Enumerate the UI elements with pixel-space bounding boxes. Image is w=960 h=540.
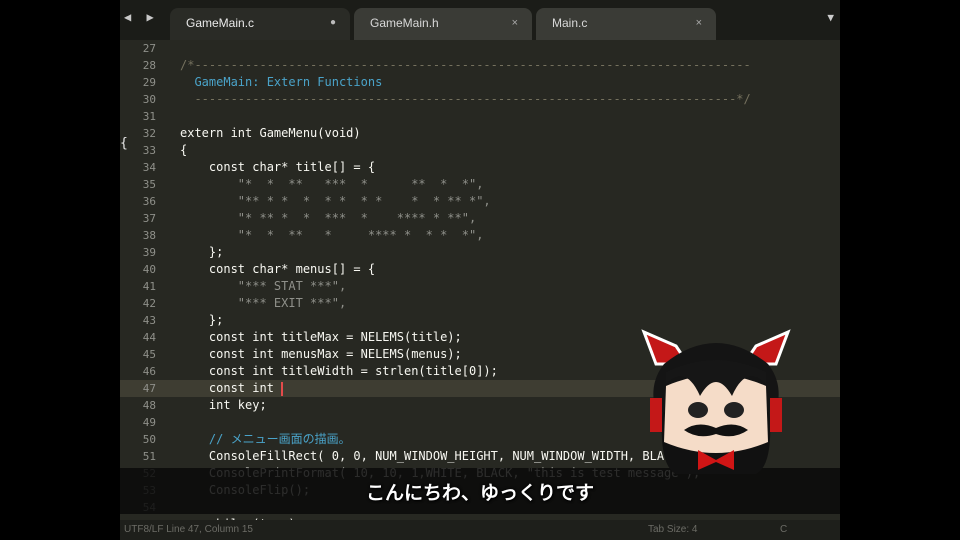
tab-label: GameMain.h: [370, 16, 439, 30]
line-number: 37: [142, 212, 156, 225]
status-syntax[interactable]: C: [780, 520, 787, 540]
code-text: extern int GameMenu(void): [180, 126, 361, 140]
code-line[interactable]: 39 };: [120, 244, 840, 261]
line-number: 40: [142, 263, 156, 276]
code-line[interactable]: 40 const char* menus[] = {: [120, 261, 840, 278]
line-number: 49: [142, 416, 156, 429]
code-line[interactable]: 28 /*------------------------------------…: [120, 57, 840, 74]
status-tab-size[interactable]: Tab Size: 4: [648, 520, 697, 540]
code-text: int key;: [180, 398, 267, 412]
code-line[interactable]: 37 "* ** * * *** * **** * **",: [120, 210, 840, 227]
code-text: "* * ** * **** * * * *",: [180, 228, 484, 242]
status-encoding-position: UTF8/LF Line 47, Column 15: [124, 524, 253, 535]
code-line[interactable]: 38 "* * ** * **** * * * *",: [120, 227, 840, 244]
code-text: // メニュー画面の描画。: [180, 432, 351, 446]
line-number: 47: [142, 382, 156, 395]
line-number: 46: [142, 365, 156, 378]
code-text: "* ** * * *** * **** * **",: [180, 211, 477, 225]
code-text: const char* menus[] = {: [180, 262, 376, 276]
code-line[interactable]: 33 {: [120, 142, 840, 159]
subtitle-text: こんにちわ、ゆっくりです: [365, 482, 594, 504]
tab-label: GameMain.c: [186, 16, 255, 30]
code-text: {: [180, 143, 188, 157]
code-text: ----------------------------------------…: [180, 92, 751, 106]
line-number: 39: [142, 246, 156, 259]
code-line[interactable]: 27: [120, 40, 840, 57]
tab-bar: ◀ ▶ GameMain.c ● GameMain.h × Main.c × ▼: [120, 0, 840, 40]
code-text: const int titleMax = NELEMS(title);: [180, 330, 462, 344]
code-text: const int titleWidth = strlen(title[0]);: [180, 364, 498, 378]
line-number: 27: [142, 42, 156, 55]
code-text: /*--------------------------------------…: [180, 58, 751, 72]
tab-nav-arrows[interactable]: ◀ ▶: [124, 10, 158, 24]
code-text: "** * * * * * * * * * ** *",: [180, 194, 491, 208]
tab-label: Main.c: [552, 16, 588, 30]
code-line[interactable]: 35 "* * ** *** * ** * *",: [120, 176, 840, 193]
line-number: 45: [142, 348, 156, 361]
code-line[interactable]: 32 extern int GameMenu(void): [120, 125, 840, 142]
code-line[interactable]: 41 "*** STAT ***",: [120, 278, 840, 295]
line-number: 38: [142, 229, 156, 242]
code-line[interactable]: 34 const char* title[] = {: [120, 159, 840, 176]
line-number: 29: [142, 76, 156, 89]
code-text: const int menusMax = NELEMS(menus);: [180, 347, 462, 361]
close-icon[interactable]: ×: [696, 8, 702, 38]
code-line[interactable]: 29 GameMain: Extern Functions: [120, 74, 840, 91]
status-bar: UTF8/LF Line 47, Column 15 Tab Size: 4 C: [120, 520, 840, 540]
code-line[interactable]: 42 "*** EXIT ***",: [120, 295, 840, 312]
line-number: 36: [142, 195, 156, 208]
tab-gamemain-h[interactable]: GameMain.h ×: [354, 8, 532, 40]
line-number: 28: [142, 59, 156, 72]
line-number: 48: [142, 399, 156, 412]
yukkuri-reimu-character: [641, 329, 791, 474]
line-number: 32: [142, 127, 156, 140]
code-line[interactable]: 30 -------------------------------------…: [120, 91, 840, 108]
line-number: 30: [142, 93, 156, 106]
line-number: 31: [142, 110, 156, 123]
line-number: 50: [142, 433, 156, 446]
line-number: 35: [142, 178, 156, 191]
line-number: 34: [142, 161, 156, 174]
code-line[interactable]: 36 "** * * * * * * * * * ** *",: [120, 193, 840, 210]
line-number: 51: [142, 450, 156, 463]
code-text: const int: [180, 381, 284, 396]
code-text: "* * ** *** * ** * *",: [180, 177, 484, 191]
tab-menu-chevron-icon[interactable]: ▼: [827, 11, 834, 24]
line-number: 33: [142, 144, 156, 157]
code-text: GameMain: Extern Functions: [180, 75, 383, 89]
line-number: 44: [142, 331, 156, 344]
line-number: 41: [142, 280, 156, 293]
code-line[interactable]: 31: [120, 108, 840, 125]
line-number: 43: [142, 314, 156, 327]
line-number: 42: [142, 297, 156, 310]
text-cursor: [281, 381, 284, 396]
close-icon[interactable]: ×: [512, 8, 518, 38]
unsaved-dot-icon[interactable]: ●: [330, 8, 336, 38]
code-text: const char* title[] = {: [180, 160, 376, 174]
tab-main-c[interactable]: Main.c ×: [536, 8, 716, 40]
code-text: };: [180, 245, 224, 259]
code-text: "*** EXIT ***",: [180, 296, 347, 310]
tab-gamemain-c[interactable]: GameMain.c ●: [170, 8, 350, 40]
code-text: "*** STAT ***",: [180, 279, 347, 293]
code-text: };: [180, 313, 224, 327]
